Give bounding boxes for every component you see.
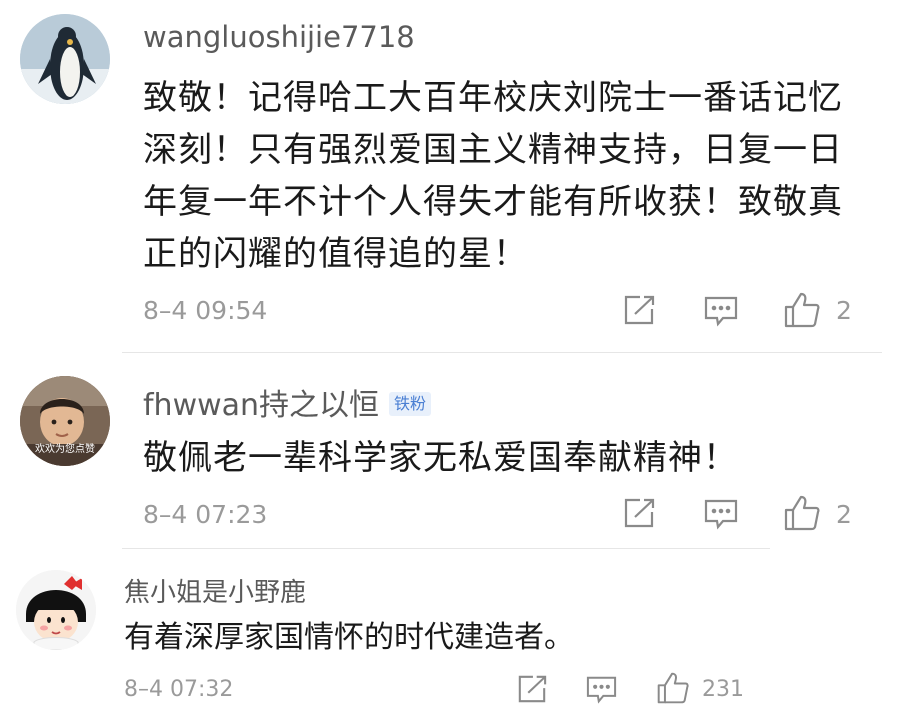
share-icon[interactable] xyxy=(622,294,656,326)
share-icon[interactable] xyxy=(516,674,548,704)
penguin-avatar[interactable] xyxy=(20,14,110,104)
comment-username[interactable]: fhwwan持之以恒 铁粉 xyxy=(143,380,432,424)
avatar-caption: 欢欢为您点赞 xyxy=(35,444,95,455)
reply-icon[interactable] xyxy=(703,295,739,327)
like-count: 2 xyxy=(836,296,852,325)
reply-icon[interactable] xyxy=(703,498,739,530)
comment-timestamp: 8–4 07:23 xyxy=(143,500,268,529)
thumbs-up-icon[interactable] xyxy=(783,291,821,329)
username-text: fhwwan持之以恒 xyxy=(143,388,380,423)
comment-username[interactable]: 焦小姐是小野鹿 xyxy=(124,572,306,609)
reply-icon[interactable] xyxy=(585,675,618,704)
share-icon[interactable] xyxy=(622,497,656,529)
comment-username[interactable]: wangluoshijie7718 xyxy=(143,20,415,54)
comment-text: 有着深厚家国情怀的时代建造者。 xyxy=(124,620,574,655)
fan-badge: 铁粉 xyxy=(389,391,432,416)
thumbs-up-icon[interactable] xyxy=(656,671,690,705)
thumbs-up-icon[interactable] xyxy=(783,494,821,532)
comment-divider xyxy=(122,352,882,353)
comment-timestamp: 8–4 07:32 xyxy=(124,677,234,702)
comment-text: 敬佩老一辈科学家无私爱国奉献精神！ xyxy=(143,438,738,478)
comment-timestamp: 8–4 09:54 xyxy=(143,296,268,325)
child-photo-avatar[interactable]: 欢欢为您点赞 xyxy=(20,376,110,466)
comment-divider xyxy=(122,548,770,549)
like-count: 2 xyxy=(836,500,852,529)
comment-text: 致敬！记得哈工大百年校庆刘院士一番话记忆深刻！只有强烈爱国主义精神支持，日复一日… xyxy=(143,78,843,274)
cartoon-girl-avatar[interactable] xyxy=(16,570,96,650)
like-count: 231 xyxy=(702,677,744,702)
